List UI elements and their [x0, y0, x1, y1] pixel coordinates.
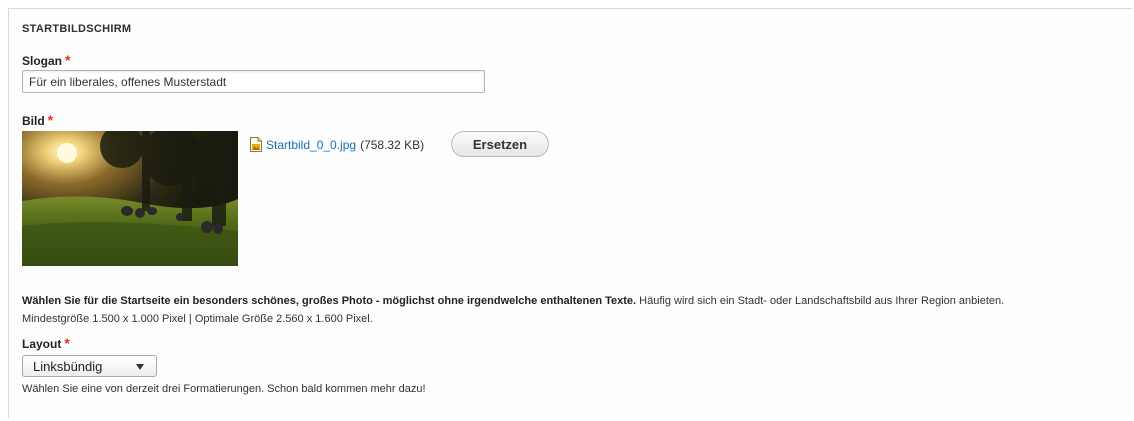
required-marker: * — [47, 112, 54, 128]
file-info: Startbild_0_0.jpg (758.32 KB) — [250, 137, 424, 152]
image-description-bold: Wählen Sie für die Startseite ein besond… — [22, 295, 637, 307]
file-link[interactable]: Startbild_0_0.jpg — [266, 138, 356, 152]
image-description-rest: Häufig wird sich ein Stadt- oder Landsch… — [636, 295, 1005, 307]
image-label-text: Bild — [22, 114, 45, 128]
image-size-hint: Mindestgröße 1.500 x 1.000 Pixel | Optim… — [22, 313, 373, 325]
required-marker: * — [64, 335, 70, 351]
image-label: Bild * — [22, 112, 53, 128]
slogan-label-text: Slogan — [22, 54, 63, 68]
layout-help: Wählen Sie eine von derzeit drei Formati… — [22, 383, 426, 395]
layout-select[interactable]: Linksbündig — [22, 355, 157, 377]
required-marker: * — [65, 52, 71, 68]
slogan-label: Slogan * — [22, 52, 70, 68]
section-title: STARTBILDSCHIRM — [22, 23, 132, 35]
slogan-input[interactable] — [22, 70, 485, 93]
layout-label-text: Layout — [22, 337, 62, 351]
file-size: (758.32 KB) — [360, 137, 425, 152]
replace-button[interactable]: Ersetzen — [451, 131, 549, 157]
layout-label: Layout * — [22, 335, 70, 351]
image-preview — [22, 131, 238, 266]
image-description: Wählen Sie für die Startseite ein besond… — [22, 292, 1122, 328]
layout-select-value: Linksbündig — [33, 358, 103, 374]
image-file-icon — [250, 137, 262, 152]
chevron-down-icon — [136, 364, 144, 370]
